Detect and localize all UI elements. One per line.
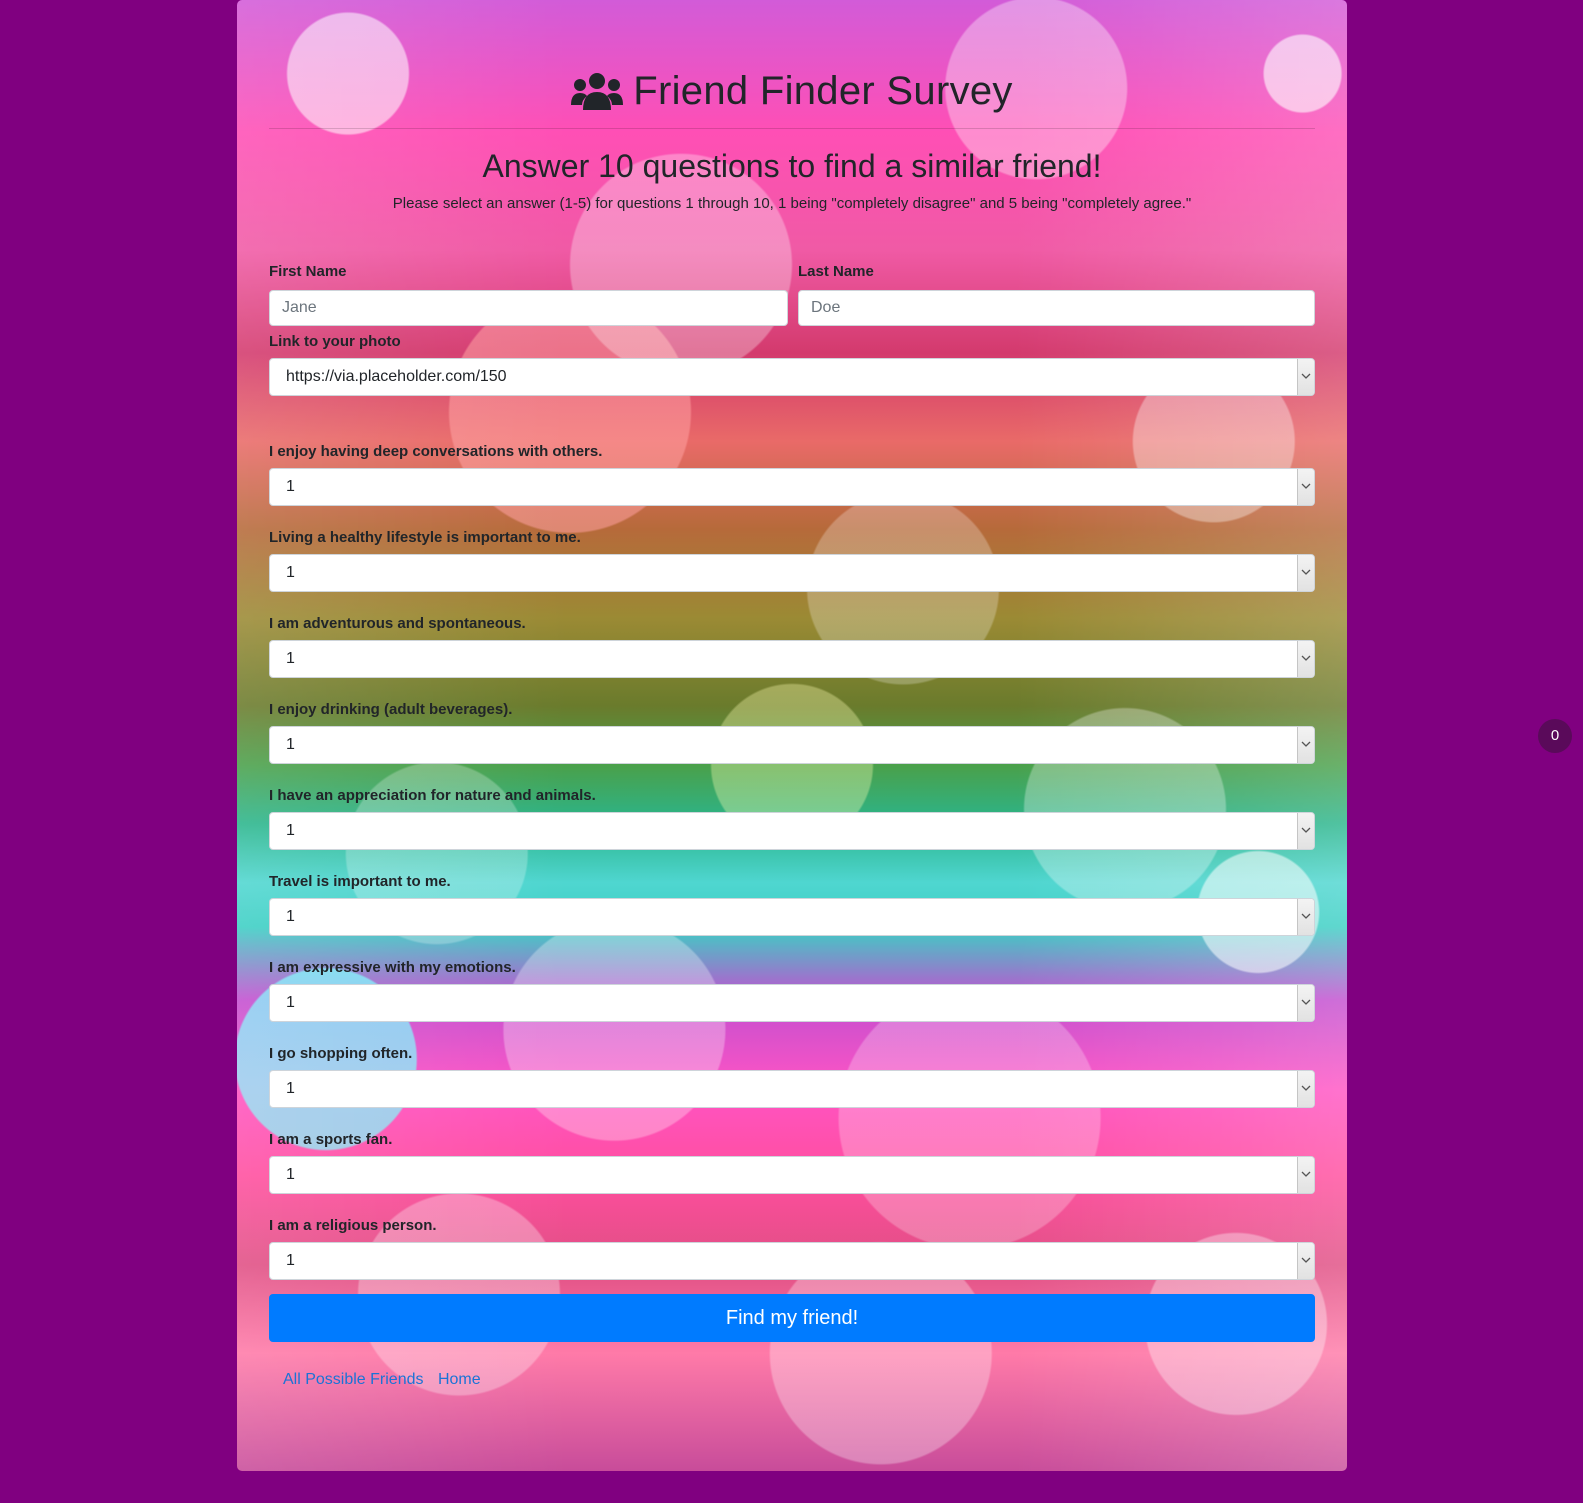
- chevron-down-icon[interactable]: [1297, 1157, 1314, 1193]
- chevron-down-icon[interactable]: [1297, 641, 1314, 677]
- first-name-input[interactable]: [269, 290, 788, 326]
- chevron-down-icon[interactable]: [1297, 555, 1314, 591]
- chevron-down-icon[interactable]: [1297, 985, 1314, 1021]
- footer-links: All Possible Friends Home: [283, 1370, 491, 1390]
- question-1-select[interactable]: 1: [269, 468, 1315, 506]
- users-icon: [571, 72, 624, 122]
- question-6-label: Travel is important to me.: [269, 873, 451, 890]
- chevron-down-icon[interactable]: [1297, 1243, 1314, 1279]
- question-1-value: 1: [286, 478, 295, 495]
- question-9-label: I am a sports fan.: [269, 1131, 393, 1148]
- question-10-select[interactable]: 1: [269, 1242, 1315, 1280]
- question-3-label: I am adventurous and spontaneous.: [269, 615, 526, 632]
- all-friends-link[interactable]: All Possible Friends: [283, 1371, 424, 1388]
- page-title-text: Friend Finder Survey: [633, 69, 1013, 113]
- photo-link-select[interactable]: https://via.placeholder.com/150: [269, 358, 1315, 396]
- question-4-label: I enjoy drinking (adult beverages).: [269, 701, 513, 718]
- question-9-value: 1: [286, 1166, 295, 1183]
- chevron-down-icon[interactable]: [1297, 1071, 1314, 1107]
- home-link[interactable]: Home: [438, 1371, 481, 1388]
- chevron-down-icon[interactable]: [1297, 899, 1314, 935]
- survey-instructions: Please select an answer (1-5) for questi…: [392, 195, 1192, 212]
- question-7-select[interactable]: 1: [269, 984, 1315, 1022]
- question-2-select[interactable]: 1: [269, 554, 1315, 592]
- chevron-down-icon[interactable]: [1297, 813, 1314, 849]
- chevron-down-icon[interactable]: [1297, 469, 1314, 505]
- question-5-value: 1: [286, 822, 295, 839]
- question-9-select[interactable]: 1: [269, 1156, 1315, 1194]
- question-8-value: 1: [286, 1080, 295, 1097]
- photo-link-value: https://via.placeholder.com/150: [286, 368, 507, 385]
- title-divider: [269, 128, 1315, 129]
- question-10-value: 1: [286, 1252, 295, 1269]
- question-2-value: 1: [286, 564, 295, 581]
- photo-link-label: Link to your photo: [269, 333, 401, 350]
- question-4-select[interactable]: 1: [269, 726, 1315, 764]
- survey-card: Friend Finder Survey Answer 10 questions…: [237, 0, 1347, 1471]
- question-3-select[interactable]: 1: [269, 640, 1315, 678]
- survey-subtitle: Answer 10 questions to find a similar fr…: [482, 148, 1102, 184]
- question-8-select[interactable]: 1: [269, 1070, 1315, 1108]
- question-1-label: I enjoy having deep conversations with o…: [269, 443, 603, 460]
- find-friend-button[interactable]: Find my friend!: [269, 1294, 1315, 1342]
- question-7-value: 1: [286, 994, 295, 1011]
- question-6-value: 1: [286, 908, 295, 925]
- last-name-label: Last Name: [798, 263, 874, 280]
- chevron-down-icon[interactable]: [1297, 727, 1314, 763]
- question-3-value: 1: [286, 650, 295, 667]
- floating-count-badge[interactable]: 0: [1538, 719, 1572, 753]
- question-2-label: Living a healthy lifestyle is important …: [269, 529, 581, 546]
- question-5-label: I have an appreciation for nature and an…: [269, 787, 596, 804]
- first-name-label: First Name: [269, 263, 347, 280]
- question-5-select[interactable]: 1: [269, 812, 1315, 850]
- question-10-label: I am a religious person.: [269, 1217, 437, 1234]
- page-title: Friend Finder Survey: [237, 66, 1347, 122]
- last-name-input[interactable]: [798, 290, 1315, 326]
- chevron-down-icon[interactable]: [1297, 359, 1314, 395]
- question-4-value: 1: [286, 736, 295, 753]
- question-6-select[interactable]: 1: [269, 898, 1315, 936]
- question-7-label: I am expressive with my emotions.: [269, 959, 516, 976]
- question-8-label: I go shopping often.: [269, 1045, 413, 1062]
